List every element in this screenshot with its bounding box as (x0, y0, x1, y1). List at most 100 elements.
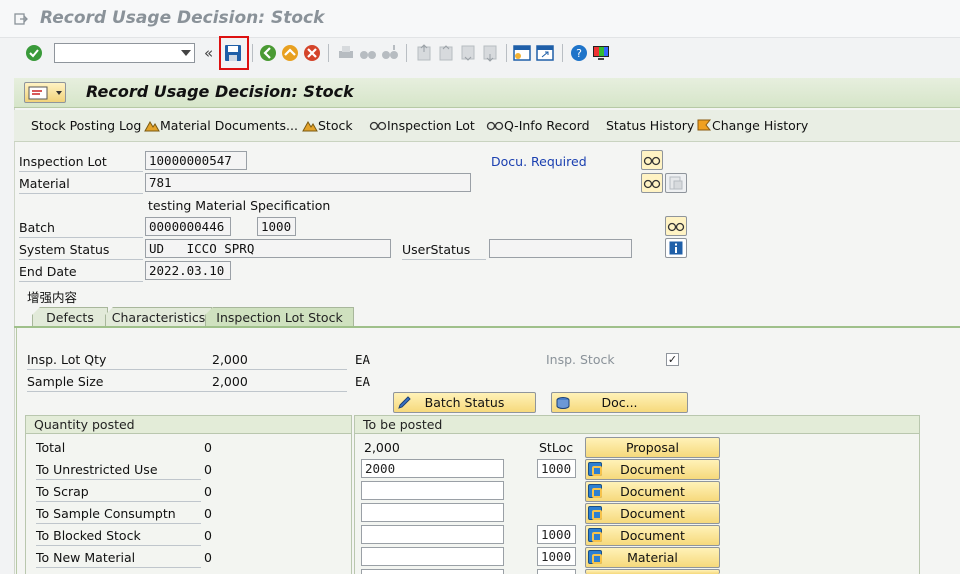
unrestricted-qty-input[interactable]: 2000 (361, 459, 504, 478)
title-bar: Record Usage Decision: Stock (0, 0, 960, 38)
stock-button[interactable]: Stock (302, 118, 353, 133)
document-icon (669, 176, 683, 190)
blocked-document-button[interactable]: Document (585, 525, 720, 546)
proposal-button[interactable]: Proposal (585, 437, 720, 458)
collapse-icon[interactable]: « (204, 44, 213, 62)
document-icon (588, 528, 602, 542)
customize-layout-icon[interactable] (591, 43, 611, 63)
user-status-field[interactable] (489, 239, 632, 258)
docu-required-text: Docu. Required (491, 154, 587, 169)
help-icon[interactable]: ? (569, 43, 589, 63)
tab-inspection-lot-stock[interactable]: Inspection Lot Stock (205, 307, 354, 327)
tab-defects[interactable]: Defects (32, 307, 108, 327)
back-icon[interactable] (258, 43, 278, 63)
scrap-qty-input[interactable] (361, 481, 504, 500)
find-icon (360, 51, 376, 59)
sample-document-button[interactable]: Document (585, 503, 720, 524)
new-material-button[interactable]: Material (585, 547, 720, 568)
next-page-icon (461, 45, 475, 61)
to-blocked-stock-label: To Blocked Stock (36, 528, 141, 543)
to-new-material-value: 0 (204, 550, 212, 565)
inspection-lot-button[interactable]: Inspection Lot (369, 118, 475, 133)
next-row-stloc-input[interactable] (537, 569, 576, 574)
history-icon (697, 119, 712, 131)
batch-status-button[interactable]: Batch Status (393, 392, 536, 413)
sample-size-unit: EA (355, 374, 371, 389)
first-page-icon (417, 44, 431, 61)
inspection-lot-field[interactable]: 10000000547 (145, 151, 247, 170)
q-info-record-button[interactable]: Q-Info Record (486, 118, 590, 133)
status-info-button[interactable] (665, 238, 687, 258)
to-scrap-label: To Scrap (36, 484, 89, 499)
display-material-button[interactable] (641, 173, 663, 193)
system-toolbar: « ? (0, 38, 960, 70)
display-batch-button[interactable] (665, 216, 687, 236)
blocked-qty-input[interactable] (361, 525, 504, 544)
unrestricted-stloc-input[interactable]: 1000 (537, 459, 576, 478)
document-icon (588, 550, 602, 564)
system-status-field[interactable]: UD ICCO SPRQ (145, 239, 391, 258)
sample-qty-input[interactable] (361, 503, 504, 522)
blocked-stloc-input[interactable]: 1000 (537, 525, 576, 544)
glasses-icon (643, 156, 661, 166)
stock-posting-log-button[interactable]: Stock Posting Log (31, 118, 141, 133)
to-be-posted-title: To be posted (355, 416, 919, 434)
label-underline (402, 259, 486, 260)
separator (328, 44, 329, 62)
display-lot-button[interactable] (641, 150, 663, 170)
material-text-button (665, 173, 687, 193)
new-material-stloc-input[interactable]: 1000 (537, 547, 576, 566)
exit-up-icon[interactable] (280, 43, 300, 63)
next-row-button[interactable] (585, 569, 720, 574)
cancel-icon[interactable] (302, 43, 322, 63)
pencil-icon (398, 396, 411, 409)
label-underline (36, 479, 201, 480)
inspection-lot-label: Inspection Lot (19, 154, 107, 169)
save-highlight (219, 36, 249, 70)
material-description: testing Material Specification (148, 198, 331, 213)
total-value: 0 (204, 440, 212, 455)
status-history-button[interactable]: Status History (606, 118, 694, 133)
print-icon (339, 46, 353, 58)
label-underline (27, 391, 347, 392)
next-row-input[interactable] (361, 569, 504, 574)
glasses-icon (486, 121, 504, 131)
batch-field[interactable]: 0000000446 (145, 217, 231, 236)
user-status-label: UserStatus (402, 242, 471, 257)
mountain-icon (302, 121, 318, 132)
new-material-qty-input[interactable] (361, 547, 504, 566)
chevron-down-icon (56, 91, 62, 95)
end-date-field[interactable]: 2022.03.10 (145, 261, 231, 280)
material-documents-button[interactable]: Material Documents... (144, 118, 298, 133)
label-underline (19, 281, 143, 282)
exit-icon[interactable] (14, 12, 28, 26)
insp-stock-checkbox[interactable]: ✓ (666, 353, 679, 366)
end-date-label: End Date (19, 264, 77, 279)
insp-lot-qty-value: 2,000 (212, 352, 248, 367)
dropdown-arrow-icon[interactable] (181, 50, 191, 56)
plant-field[interactable]: 1000 (257, 217, 296, 236)
svg-text:?: ? (576, 47, 582, 60)
unrestricted-document-button[interactable]: Document (585, 459, 720, 480)
screen-header: Record Usage Decision: Stock (14, 78, 960, 108)
shortcut-icon[interactable] (535, 43, 555, 63)
menu-button[interactable] (24, 82, 66, 103)
tab-characteristics[interactable]: Characteristics (105, 307, 212, 327)
application-toolbar: Stock Posting Log Material Documents... … (14, 110, 960, 142)
insp-lot-qty-unit: EA (355, 352, 371, 367)
scrap-document-button[interactable]: Document (585, 481, 720, 502)
mountain-icon (144, 121, 160, 132)
material-field[interactable]: 781 (145, 173, 471, 192)
separator (406, 44, 407, 62)
window-title: Record Usage Decision: Stock (40, 8, 325, 28)
command-field[interactable] (54, 43, 195, 63)
change-history-button[interactable]: Change History (696, 118, 808, 133)
to-sample-consumptn-value: 0 (204, 506, 212, 521)
doc-button[interactable]: Doc... (551, 392, 688, 413)
to-new-material-label: To New Material (36, 550, 136, 565)
find-next-icon (382, 45, 398, 59)
quantity-posted-title: Quantity posted (26, 416, 351, 434)
enter-check-icon[interactable] (24, 43, 44, 63)
label-underline (19, 193, 143, 194)
new-session-icon[interactable] (512, 43, 532, 63)
